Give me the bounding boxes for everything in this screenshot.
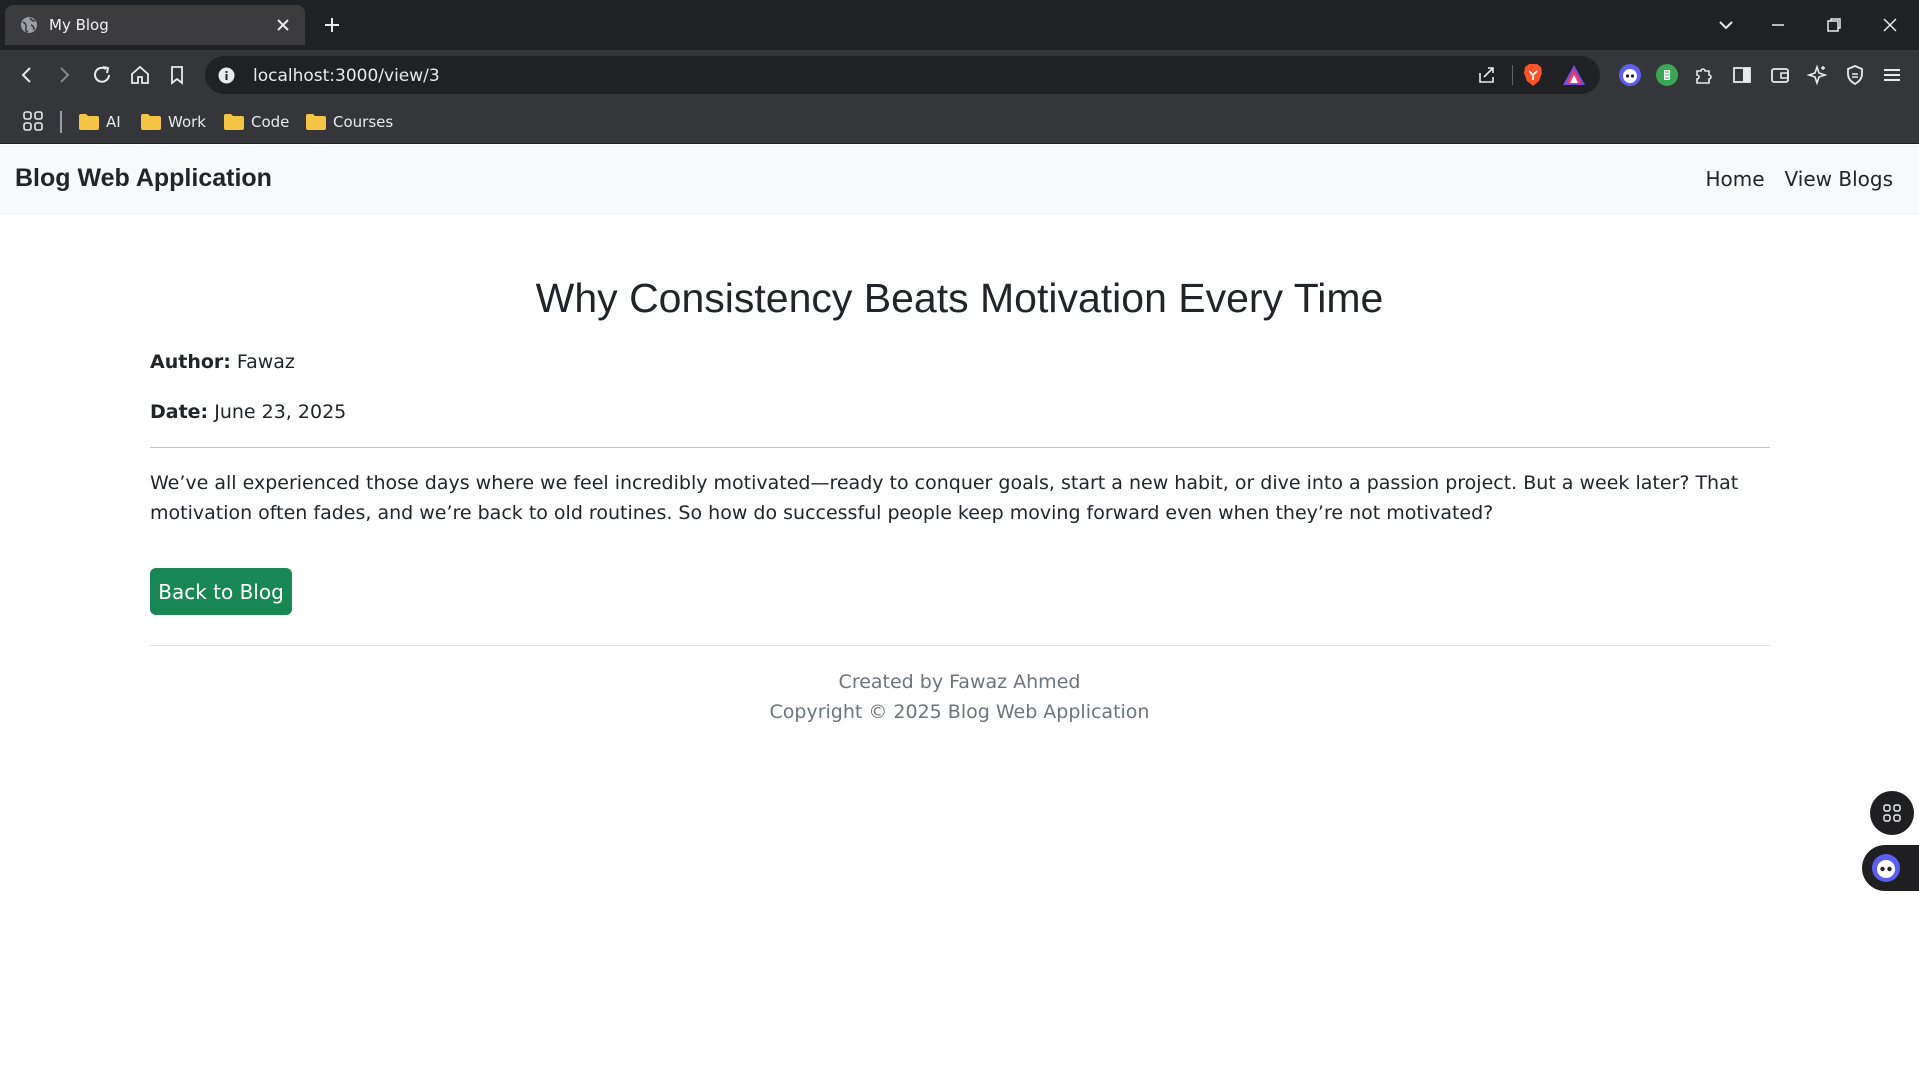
web-page: Blog Web Application Home View Blogs Why… [0, 145, 1919, 1079]
site-brand[interactable]: Blog Web Application [15, 164, 272, 193]
url-text[interactable]: localhost:3000/view/3 [253, 66, 440, 86]
nav-link-home[interactable]: Home [1705, 167, 1764, 191]
grammar-extension-icon[interactable] [1655, 63, 1679, 87]
site-info-icon[interactable] [218, 67, 235, 84]
ai-sparkle-icon[interactable] [1805, 63, 1829, 87]
bookmarks-divider [60, 111, 62, 133]
browser-tab[interactable]: My Blog [5, 5, 305, 45]
author-name: Fawaz [236, 351, 295, 373]
post-title: Why Consistency Beats Motivation Every T… [535, 275, 1384, 321]
floating-assistant-button[interactable] [1862, 845, 1919, 891]
new-tab-icon[interactable] [320, 13, 344, 37]
footer-created-by: Created by Fawaz Ahmed [838, 671, 1081, 693]
vpn-shield-icon[interactable] [1843, 63, 1867, 87]
bookmark-folder-work[interactable]: Work [141, 110, 206, 134]
post-date: Date: June 23, 2025 [150, 401, 346, 423]
post-author: Author: Fawaz [150, 351, 295, 373]
folder-icon [79, 114, 99, 130]
back-arrow-icon[interactable] [15, 63, 39, 87]
assistant-face-icon [1872, 854, 1900, 882]
leo-assistant-icon[interactable] [1618, 63, 1642, 87]
apps-grid-icon[interactable] [21, 109, 45, 133]
restore-icon[interactable] [1822, 13, 1846, 37]
extensions-puzzle-icon[interactable] [1692, 63, 1716, 87]
site-navbar: Blog Web Application Home View Blogs [0, 145, 1919, 215]
bookmark-icon[interactable] [165, 63, 189, 87]
floating-apps-button[interactable] [1870, 791, 1914, 835]
folder-icon [141, 114, 161, 130]
footer-divider [150, 645, 1770, 646]
date-label: Date: [150, 401, 209, 423]
bookmark-folder-courses[interactable]: Courses [306, 110, 393, 134]
nav-link-view-blogs[interactable]: View Blogs [1785, 167, 1893, 191]
date-value: June 23, 2025 [214, 401, 347, 423]
bookmarks-bar: AI Work Code Courses [0, 100, 1919, 144]
share-icon[interactable] [1476, 64, 1498, 86]
bookmark-label: Code [251, 113, 290, 131]
folder-icon [224, 114, 244, 130]
close-window-icon[interactable] [1878, 13, 1902, 37]
home-icon[interactable] [128, 63, 152, 87]
bookmark-label: AI [106, 113, 121, 131]
browser-tab-bar: My Blog [0, 0, 1919, 50]
bookmark-label: Courses [333, 113, 394, 131]
minimize-icon[interactable] [1766, 13, 1790, 37]
tab-search-chevron-icon[interactable] [1714, 13, 1738, 37]
bookmark-label: Work [168, 113, 206, 131]
tab-title: My Blog [49, 16, 109, 34]
footer-copyright: Copyright © 2025 Blog Web Application [769, 701, 1150, 723]
browser-toolbar: localhost:3000/view/3 [0, 50, 1919, 100]
post-content: We’ve all experienced those days where w… [150, 472, 1739, 524]
bookmark-folder-ai[interactable]: AI [79, 110, 121, 134]
sidebar-icon[interactable] [1730, 63, 1754, 87]
apps-grid-icon [1883, 804, 1901, 822]
content-divider [150, 447, 1770, 448]
omnibox-divider [1512, 65, 1513, 85]
nav-links: Home View Blogs [1705, 167, 1893, 191]
menu-hamburger-icon[interactable] [1880, 63, 1904, 87]
back-to-blog-button[interactable]: Back to Blog [150, 568, 292, 615]
close-tab-icon[interactable] [273, 15, 293, 35]
address-bar[interactable]: localhost:3000/view/3 [205, 56, 1600, 94]
author-label: Author: [150, 351, 231, 373]
brave-rewards-icon[interactable] [1562, 64, 1586, 86]
globe-icon [21, 17, 37, 33]
bookmark-folder-code[interactable]: Code [224, 110, 289, 134]
forward-arrow-icon[interactable] [52, 63, 76, 87]
wallet-icon[interactable] [1768, 63, 1792, 87]
reload-icon[interactable] [90, 63, 114, 87]
brave-shields-icon[interactable] [1522, 63, 1544, 87]
folder-icon [306, 114, 326, 130]
